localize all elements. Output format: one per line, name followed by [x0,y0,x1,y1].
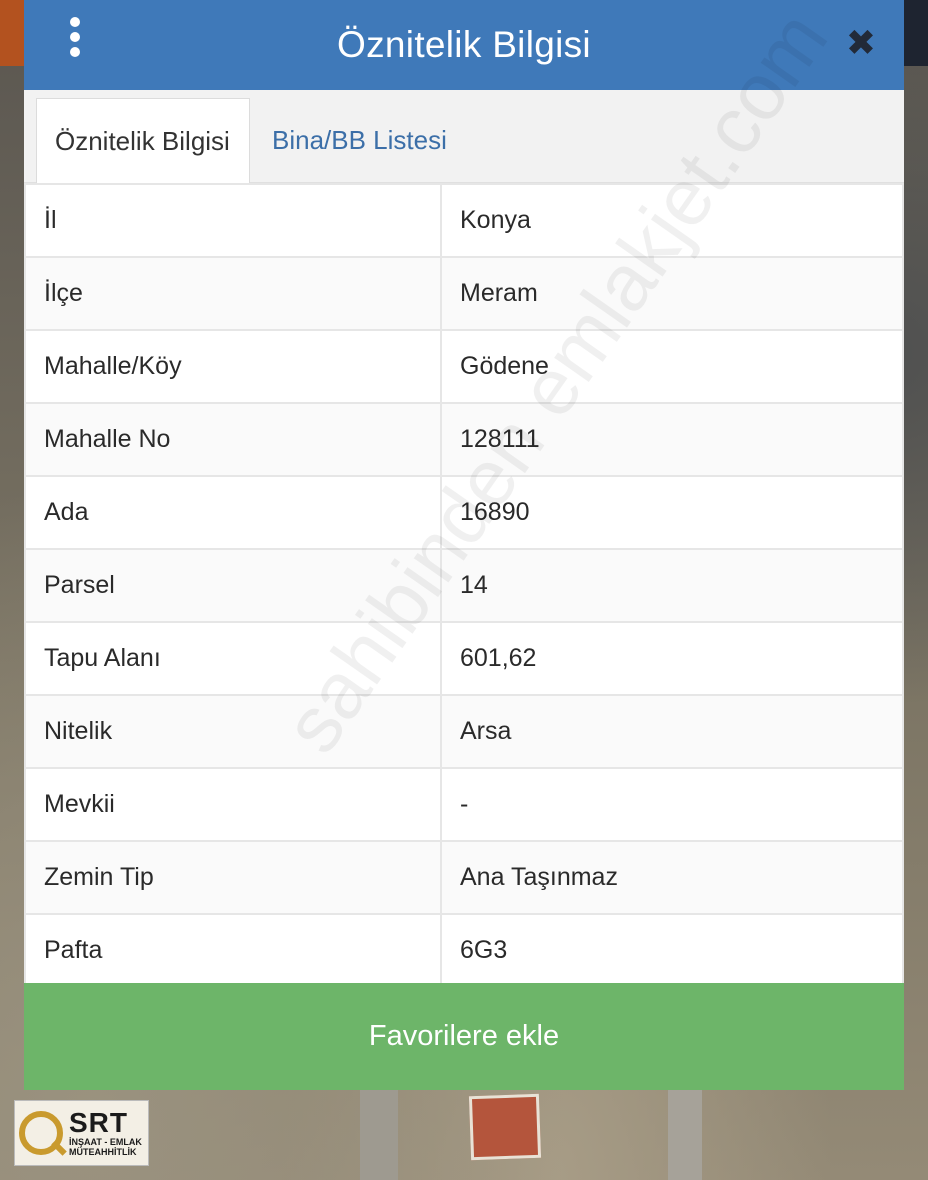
map-tile [904,0,928,66]
table-row: Mahalle No 128111 [24,402,904,477]
tab-building-list[interactable]: Bina/BB Listesi [254,98,465,182]
attribute-value: 6G3 [440,913,904,988]
attribute-dialog: Öznitelik Bilgisi ✖ Öznitelik Bilgisi Bi… [24,0,904,1090]
attribute-key: Nitelik [24,694,442,769]
table-row: İlçe Meram [24,256,904,331]
attribute-value: Konya [440,183,904,258]
tab-bar: Öznitelik Bilgisi Bina/BB Listesi [24,90,904,183]
magnifier-logo-icon [19,1111,63,1155]
menu-dot [70,32,80,42]
attribute-value: Arsa [440,694,904,769]
table-row: Nitelik Arsa [24,694,904,769]
attribute-table: İl Konya İlçe Meram Mahalle/Köy Gödene Mahalle… [24,183,904,988]
menu-dot [70,17,80,27]
table-row: Parsel 14 [24,548,904,623]
table-row: İl Konya [24,183,904,258]
map-road [668,1090,702,1180]
attribute-key: Mahalle/Köy [24,329,442,404]
table-row: Mahalle/Köy Gödene [24,329,904,404]
logo-line2: MÜTEAHHİTLİK [69,1147,137,1157]
add-to-favorites-button[interactable]: Favorilere ekle [24,983,904,1090]
table-row: Tapu Alanı 601,62 [24,621,904,696]
attribute-value: - [440,767,904,842]
attribute-key: Zemin Tip [24,840,442,915]
attribute-value: 128111 [440,402,904,477]
attribute-key: Tapu Alanı [24,621,442,696]
logo-line1: İNŞAAT - EMLAK [69,1137,142,1147]
attribute-key: İlçe [24,256,442,331]
attribute-value: 16890 [440,475,904,550]
tab-attribute-info[interactable]: Öznitelik Bilgisi [36,98,250,183]
map-road [360,1090,398,1180]
attribute-key: Parsel [24,548,442,623]
table-row: Mevkii - [24,767,904,842]
attribute-value: 14 [440,548,904,623]
attribute-value: Gödene [440,329,904,404]
map-building [468,1093,542,1161]
table-row: Ada 16890 [24,475,904,550]
dialog-title: Öznitelik Bilgisi [337,24,591,65]
close-icon[interactable]: ✖ [846,22,876,64]
attribute-key: Mevkii [24,767,442,842]
dialog-header: Öznitelik Bilgisi ✖ [24,0,904,90]
map-tile [0,0,24,66]
attribute-key: Pafta [24,913,442,988]
table-row: Zemin Tip Ana Taşınmaz [24,840,904,915]
attribute-value: Ana Taşınmaz [440,840,904,915]
table-row: Pafta 6G3 [24,913,904,988]
srt-logo: SRT İNŞAAT - EMLAK MÜTEAHHİTLİK [14,1100,149,1166]
attribute-key: Ada [24,475,442,550]
kebab-menu-icon[interactable] [66,17,84,57]
menu-dot [70,47,80,57]
attribute-key: İl [24,183,442,258]
logo-brand: SRT [69,1107,128,1138]
attribute-value: Meram [440,256,904,331]
attribute-key: Mahalle No [24,402,442,477]
attribute-value: 601,62 [440,621,904,696]
